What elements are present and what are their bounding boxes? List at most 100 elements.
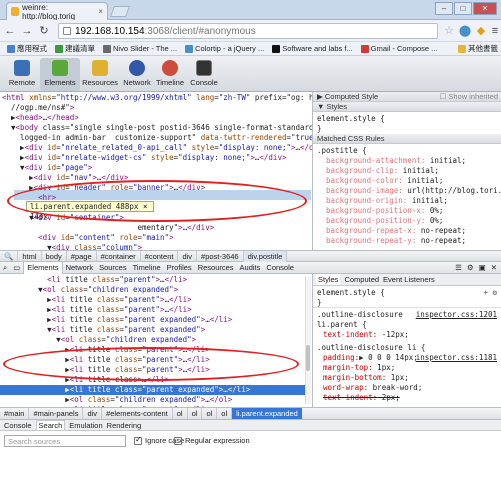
devtools-tree-node[interactable]: ▶<ol class="children expanded">…</ol>	[2, 395, 305, 405]
bookmark-star-icon[interactable]: ☆	[442, 24, 456, 38]
close-window-button[interactable]: ✕	[473, 2, 497, 15]
bookmark-item[interactable]: Gmail - Compose ...	[358, 44, 441, 53]
reload-button[interactable]: ↻	[37, 24, 51, 38]
dom-tree-node[interactable]: ▼<div class="column">	[2, 243, 312, 250]
devtools-tree-node[interactable]: ▶<li title class="parent">…</li>	[2, 295, 305, 305]
device-mode-icon[interactable]: ▭	[10, 262, 23, 274]
styles-tab-computed[interactable]: Computed	[344, 274, 379, 285]
css-property[interactable]: background-size: initial;	[317, 246, 497, 247]
tab-network[interactable]: Network	[63, 262, 97, 274]
inspect-element-icon[interactable]: ⌕	[0, 262, 10, 274]
css-property[interactable]: background-attachment: initial;	[317, 156, 497, 166]
styles-tab-event-listeners[interactable]: Event Listeners	[383, 274, 435, 285]
tab-resources[interactable]: Resources	[195, 262, 237, 274]
devtools-tree-node[interactable]: ▼<ol class="children expanded">	[2, 335, 305, 345]
css-property[interactable]: background-position-x: 0%;	[317, 206, 497, 216]
drawer-tab-emulation[interactable]: Emulation	[69, 421, 102, 430]
css-property[interactable]: background-repeat-x: no-repeat;	[317, 226, 497, 236]
css-property[interactable]: background-position-y: 0%;	[317, 216, 497, 226]
css-property[interactable]: text-indent: -12px;	[317, 330, 497, 340]
tab-close-icon[interactable]: ×	[98, 7, 103, 16]
search-sources-input[interactable]: Search sources	[4, 435, 126, 447]
bookmark-item[interactable]: Colortip - a jQuery ...	[182, 44, 267, 53]
back-button[interactable]: ←	[3, 24, 17, 38]
styles-tab-styles[interactable]: Styles	[316, 274, 341, 285]
maximize-button[interactable]: □	[454, 2, 472, 15]
breadcrumb-item[interactable]: #post-3646	[197, 251, 244, 262]
drawer-tab-search[interactable]: Search	[35, 420, 66, 430]
breadcrumb-item[interactable]: div	[83, 408, 103, 419]
devtools-tree-node[interactable]: ▶<li title class="parent">…</li>	[2, 305, 305, 315]
devtools-tree-node[interactable]: ▼<ol class="children expanded">	[2, 285, 305, 295]
breadcrumb-selected[interactable]: li.parent.expanded	[232, 408, 302, 419]
devtools-tree-node[interactable]: ▶<li title class="parent expanded">…</li…	[2, 385, 305, 395]
dom-tree-node[interactable]: ▶<div id="nrelate-widget-cs" style="disp…	[2, 153, 312, 163]
drawer-tab-rendering[interactable]: Rendering	[107, 421, 142, 430]
dom-tree-node[interactable]: ▶<div id="nrelate_related_0-api_call" st…	[2, 143, 312, 153]
bookmark-item[interactable]: 建議清單	[52, 43, 98, 54]
new-tab-button[interactable]	[109, 6, 131, 17]
tab-timeline[interactable]: Timeline	[130, 262, 164, 274]
menu-icon[interactable]: ≡	[488, 24, 501, 38]
dom-tree-node[interactable]: ▼<div id="page">	[2, 163, 312, 173]
bookmark-item[interactable]: Nivo Slider - The ...	[100, 44, 180, 53]
dom-tree-node[interactable]: //ogp.me/ns#">	[2, 103, 312, 113]
css-property[interactable]: background-origin: initial;	[317, 196, 497, 206]
breadcrumb-item[interactable]: #elements-content	[102, 408, 173, 419]
devtools-tree-node[interactable]: ▼<li title class="parent expanded">	[2, 325, 305, 335]
dock-icon[interactable]: ▣	[479, 263, 486, 272]
dom-tree-node[interactable]: ▼<body class="single single-post postid-…	[2, 123, 312, 133]
css-property[interactable]: background-color: initial;	[317, 176, 497, 186]
tool-remote[interactable]: Remote	[2, 58, 42, 91]
breadcrumb-item[interactable]: body	[42, 251, 67, 262]
console-drawer-icon[interactable]: ☰	[455, 263, 462, 272]
browser-tab[interactable]: weinre: http://blog.toriq ×	[6, 2, 108, 21]
breadcrumb-item[interactable]: ol	[217, 408, 233, 419]
breadcrumb-item[interactable]: ol	[202, 408, 218, 419]
breadcrumb-item[interactable]: html	[18, 251, 42, 262]
tool-console[interactable]: Console	[184, 58, 224, 91]
css-property[interactable]: background-clip: initial;	[317, 166, 497, 176]
inspect-icon[interactable]: 🔍	[0, 251, 19, 262]
breadcrumb-item[interactable]: div	[178, 251, 198, 262]
tab-audits[interactable]: Audits	[237, 262, 264, 274]
css-property[interactable]: text-indent: 2px;	[317, 393, 497, 403]
add-rule-icon[interactable]: + ⚙	[483, 288, 497, 298]
breadcrumb-item[interactable]: #main-panels	[29, 408, 84, 419]
extension-icon[interactable]: ⬤	[458, 24, 472, 38]
devtools-tree-node[interactable]: ▶<li title class="parent expanded">…</li…	[2, 315, 305, 325]
dom-tree-node[interactable]: <html xmlns="http://www.w3.org/1999/xhtm…	[2, 93, 312, 103]
css-property[interactable]: word-wrap: break-word;	[317, 383, 497, 393]
rule-source-link[interactable]: inspector.css:1181	[416, 353, 497, 363]
tab-profiles[interactable]: Profiles	[164, 262, 195, 274]
show-inherited-label[interactable]: Show inherited	[448, 92, 498, 101]
scrollbar-thumb[interactable]	[306, 345, 310, 371]
styles-header[interactable]: ▼ Styles	[313, 102, 501, 112]
rule-source-link[interactable]: inspector.css:1201	[416, 310, 497, 320]
regex-checkbox[interactable]	[174, 437, 182, 445]
devtools-tree-node[interactable]: <li title class="parent">…</li>	[2, 275, 305, 285]
bookmark-item[interactable]: 其他書籤	[455, 43, 501, 54]
bookmark-item[interactable]: Software and labs f...	[269, 44, 355, 53]
forward-button[interactable]: →	[20, 24, 34, 38]
tool-resources[interactable]: Resources	[80, 58, 120, 91]
tab-sources[interactable]: Sources	[96, 262, 130, 274]
bookmark-item[interactable]: 應用程式	[4, 43, 50, 54]
dom-tree-node[interactable]: ▶<head>…</head>	[2, 113, 312, 123]
css-property[interactable]: background-repeat-y: no-repeat;	[317, 236, 497, 246]
tab-console[interactable]: Console	[263, 262, 297, 274]
dom-tree-node[interactable]: <div id="content" role="main">	[2, 233, 312, 243]
close-devtools-icon[interactable]: ✕	[491, 263, 497, 272]
computed-style-header[interactable]: ▶ Computed Style ☐ Show inherited	[313, 92, 501, 102]
breadcrumb-item[interactable]: #content	[141, 251, 179, 262]
settings-icon[interactable]: ⚙	[467, 263, 474, 272]
drawer-tab-console[interactable]: Console	[4, 421, 32, 430]
breadcrumb-item[interactable]: #container	[97, 251, 141, 262]
breadcrumb-item[interactable]: #main	[0, 408, 30, 419]
breadcrumb-item[interactable]: #page	[67, 251, 97, 262]
css-property[interactable]: background-image: url(http://blog.tori..…	[317, 186, 501, 196]
breadcrumb-item[interactable]: ol	[173, 408, 188, 419]
dom-tree-node[interactable]: ementary">…</div>	[2, 223, 312, 233]
breadcrumb-item[interactable]: ol	[188, 408, 203, 419]
tool-elements[interactable]: Elements	[40, 58, 80, 91]
